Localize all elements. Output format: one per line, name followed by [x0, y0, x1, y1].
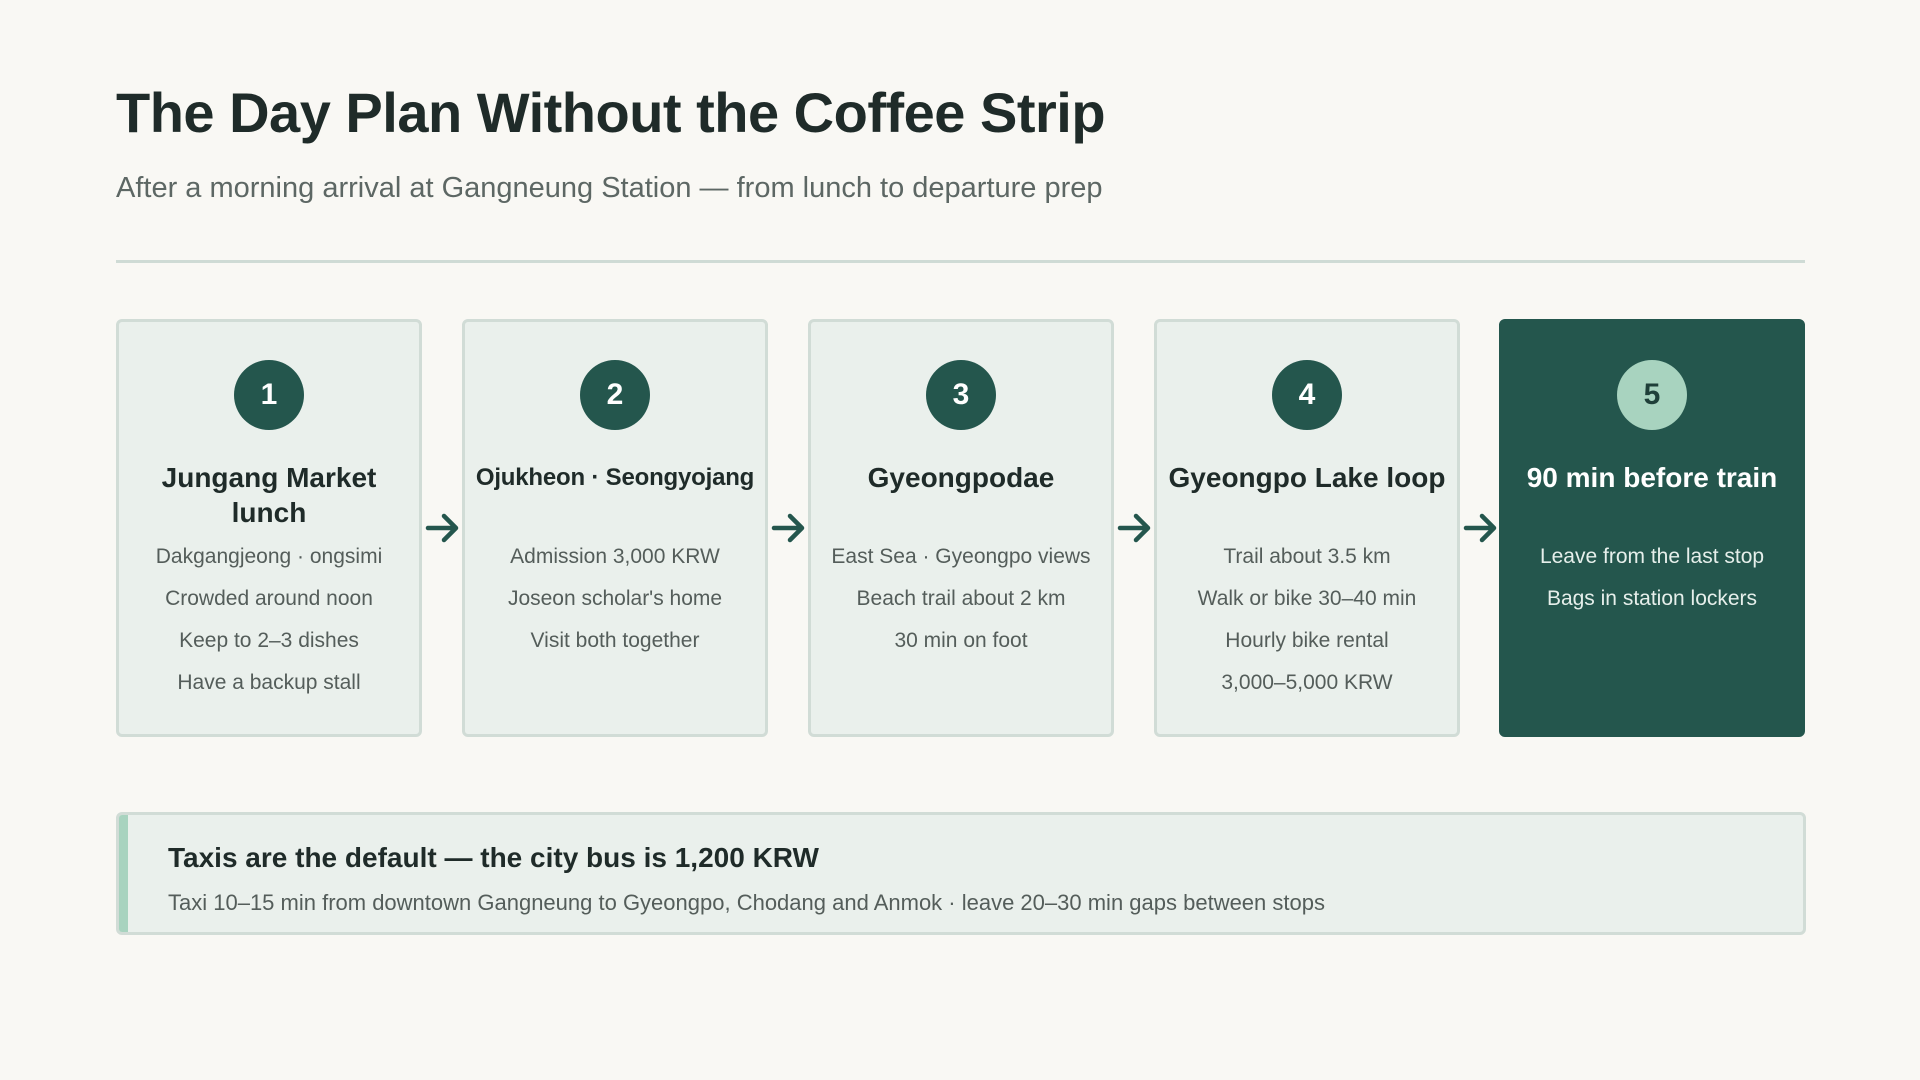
step-detail-line: Beach trail about 2 km	[856, 587, 1066, 610]
step-detail-line: Dakgangjeong · ongsimi	[155, 545, 383, 568]
step-number-badge: 2	[580, 360, 650, 430]
step-title: 90 min before train	[1526, 462, 1778, 493]
page-subtitle: After a morning arrival at Gangneung Sta…	[116, 172, 1103, 204]
step-number-badge: 3	[926, 360, 996, 430]
step-detail-line: Have a backup stall	[177, 671, 361, 694]
step-detail-line: East Sea · Gyeongpo views	[831, 545, 1091, 568]
step-title: Ojukheon · Seongyojang	[475, 464, 755, 491]
arrow-right-icon	[1463, 513, 1497, 543]
step-detail-line: Joseon scholar's home	[507, 587, 723, 610]
step-title: Jungang Market lunch	[161, 462, 377, 528]
step-details: Dakgangjeong · ongsimi Crowded around no…	[119, 536, 419, 704]
note-title: Taxis are the default — the city bus is …	[168, 842, 819, 873]
step-details: East Sea · Gyeongpo views Beach trail ab…	[811, 536, 1111, 662]
header-divider	[116, 260, 1805, 263]
arrow-right-icon	[771, 513, 805, 543]
page-title: The Day Plan Without the Coffee Strip	[116, 81, 1106, 144]
step-detail-line: Walk or bike 30–40 min	[1197, 587, 1417, 610]
step-detail-line: 30 min on foot	[894, 629, 1028, 652]
step-card-2: 2 Ojukheon · Seongyojang Admission 3,000…	[462, 319, 768, 737]
step-detail-line: Admission 3,000 KRW	[510, 545, 720, 568]
step-title: Gyeongpodae	[867, 462, 1055, 493]
step-detail-line: Visit both together	[530, 629, 700, 652]
step-details: Leave from the last stop Bags in station…	[1502, 536, 1802, 620]
step-detail-line: Leave from the last stop	[1539, 545, 1765, 568]
step-number-badge: 1	[234, 360, 304, 430]
step-flow: 1 Jungang Market lunch Dakgangjeong · on…	[116, 319, 1805, 737]
step-detail-line: Trail about 3.5 km	[1223, 545, 1391, 568]
step-title: Gyeongpo Lake loop	[1168, 462, 1446, 493]
step-number-badge: 4	[1272, 360, 1342, 430]
step-detail-line: Hourly bike rental	[1225, 629, 1389, 652]
step-card-5: 5 90 min before train Leave from the las…	[1499, 319, 1805, 737]
step-details: Admission 3,000 KRW Joseon scholar's hom…	[465, 536, 765, 662]
step-detail-line: Bags in station lockers	[1546, 587, 1758, 610]
step-details: Trail about 3.5 km Walk or bike 30–40 mi…	[1157, 536, 1457, 704]
step-detail-line: 3,000–5,000 KRW	[1221, 671, 1393, 694]
arrow-right-icon	[1117, 513, 1151, 543]
step-card-4: 4 Gyeongpo Lake loop Trail about 3.5 km …	[1154, 319, 1460, 737]
step-card-3: 3 Gyeongpodae East Sea · Gyeongpo views …	[808, 319, 1114, 737]
transport-note: Taxis are the default — the city bus is …	[116, 812, 1806, 935]
step-card-1: 1 Jungang Market lunch Dakgangjeong · on…	[116, 319, 422, 737]
arrow-right-icon	[425, 513, 459, 543]
step-detail-line: Keep to 2–3 dishes	[179, 629, 359, 652]
step-detail-line: Crowded around noon	[165, 587, 373, 610]
note-accent-bar	[119, 815, 128, 932]
note-text: Taxi 10–15 min from downtown Gangneung t…	[168, 890, 1325, 915]
step-number-badge: 5	[1617, 360, 1687, 430]
